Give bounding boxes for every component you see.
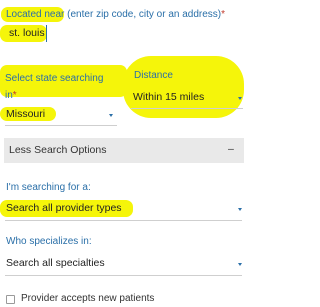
state-label: Select state searching in* bbox=[5, 70, 103, 104]
distance-label: Distance bbox=[134, 70, 173, 81]
specialty-select[interactable]: Search all specialties bbox=[6, 257, 105, 269]
provider-type-label: I'm searching for a: bbox=[6, 182, 91, 193]
location-label-hint: (enter zip code, city or an address) bbox=[64, 9, 222, 20]
chevron-down-icon[interactable] bbox=[238, 208, 242, 211]
location-label: Located near (enter zip code, city or an… bbox=[6, 9, 225, 20]
required-marker: * bbox=[12, 90, 17, 101]
state-label-line1: Select state searching bbox=[5, 73, 104, 84]
chevron-down-icon[interactable] bbox=[238, 263, 242, 266]
specialty-label: Who specializes in: bbox=[6, 236, 92, 247]
state-select-underline bbox=[5, 125, 117, 126]
distance-select-underline bbox=[131, 108, 243, 109]
state-label-line2: in bbox=[5, 90, 13, 101]
distance-select[interactable]: Within 15 miles bbox=[133, 91, 204, 103]
chevron-down-icon[interactable] bbox=[109, 114, 113, 117]
state-select[interactable]: Missouri bbox=[6, 108, 45, 120]
provider-type-underline bbox=[5, 220, 242, 221]
chevron-down-icon[interactable] bbox=[238, 97, 242, 100]
provider-type-select[interactable]: Search all provider types bbox=[6, 202, 122, 214]
location-input-border bbox=[46, 25, 47, 42]
location-label-main: Located near bbox=[6, 9, 65, 20]
location-input[interactable]: st. louis bbox=[9, 27, 45, 39]
collapse-icon[interactable]: – bbox=[228, 143, 234, 155]
less-search-options-label: Less Search Options bbox=[9, 144, 107, 156]
specialty-underline bbox=[5, 275, 242, 276]
required-marker: * bbox=[221, 9, 226, 20]
new-patients-checkbox[interactable] bbox=[6, 295, 15, 304]
new-patients-label: Provider accepts new patients bbox=[21, 293, 155, 304]
